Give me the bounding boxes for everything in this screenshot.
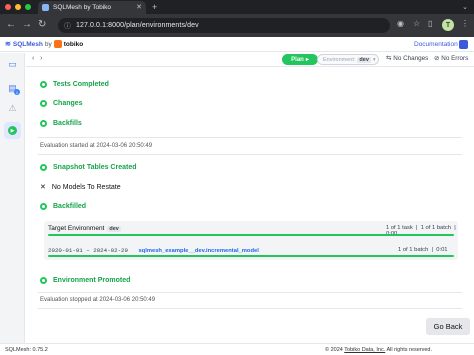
new-tab-icon[interactable]: +: [152, 2, 157, 12]
plan-status-icon: ▶: [8, 126, 17, 135]
check-circle-icon: [40, 164, 47, 171]
minimize-window-button[interactable]: [15, 4, 21, 10]
chevron-right-icon: ▸: [305, 57, 309, 63]
backfill-card: Target Environment dev 1 of 1 task | 1 o…: [44, 221, 458, 260]
step-changes[interactable]: Changes: [40, 100, 83, 107]
copyright-text: © 2024 Tobiko Data, Inc. All rights rese…: [325, 347, 432, 353]
reload-icon[interactable]: ↻: [38, 19, 46, 31]
check-circle-icon: [40, 120, 47, 127]
documentation-link[interactable]: Documentation: [414, 41, 458, 48]
tobiko-logo-icon: [53, 40, 62, 48]
no-changes-label: No Changes: [393, 55, 429, 62]
app-header: ≋ SQLMesh by tobiko Documentation: [0, 37, 474, 52]
changes-icon: ⇆: [386, 55, 392, 62]
extensions-icon[interactable]: ▯: [428, 19, 432, 28]
x-icon: ✕: [40, 184, 46, 191]
favicon-icon: [42, 4, 49, 11]
logo-text: SQLMesh: [12, 40, 43, 48]
errors-status[interactable]: ⊘ No Errors: [434, 55, 468, 62]
rights-text: All rights reserved.: [386, 347, 433, 353]
address-bar[interactable]: ⓘ 127.0.0.1:8000/plan/environments/dev: [58, 18, 390, 33]
task-batches: 1 of 1 batch: [398, 247, 429, 253]
warning-icon[interactable]: ⚠: [7, 103, 18, 114]
tobiko-text: tobiko: [63, 40, 84, 48]
step-label: Environment Promoted: [53, 277, 131, 284]
step-label: Backfills: [53, 120, 82, 127]
task-elapsed-time: 0:01: [436, 247, 448, 253]
check-circle-icon: [40, 277, 47, 284]
footer: SQLMesh: 0.75.2 © 2024 Tobiko Data, Inc.…: [0, 343, 474, 355]
check-circle-icon: [40, 81, 47, 88]
menu-dots-icon[interactable]: ⋮: [461, 19, 469, 28]
target-environment-tag: dev: [107, 225, 121, 232]
target-environment-label: Target Environment: [48, 225, 105, 232]
plan-content: Tests Completed Changes Backfills Evalua…: [26, 68, 474, 343]
evaluation-started-text: Evaluation started at 2024-03-06 20:50:4…: [40, 143, 153, 149]
sqlmesh-logo[interactable]: ≋ SQLMesh by tobiko: [5, 40, 83, 48]
changes-status[interactable]: ⇆ No Changes: [386, 55, 428, 62]
chevron-down-icon[interactable]: ⌄: [462, 3, 468, 11]
eye-icon[interactable]: ◉: [397, 19, 404, 28]
theme-toggle-button[interactable]: [459, 40, 468, 49]
step-snapshot-tables[interactable]: Snapshot Tables Created: [40, 164, 137, 171]
close-tab-icon[interactable]: ✕: [136, 4, 142, 11]
nav-chevrons-icon[interactable]: ‹ ›: [32, 55, 43, 62]
browser-toolbar: ← → ↻ ⓘ 127.0.0.1:8000/plan/environments…: [0, 14, 474, 37]
step-label: Tests Completed: [53, 81, 109, 88]
task-progress-bar: [48, 255, 454, 257]
version-text: SQLMesh: 0.75.2: [5, 347, 48, 353]
errors-icon: ⊘: [434, 55, 440, 62]
step-backfilled[interactable]: Backfilled: [40, 203, 86, 210]
bookmark-star-icon[interactable]: ☆: [413, 19, 420, 28]
forward-arrow-icon[interactable]: →: [22, 19, 32, 31]
step-environment-promoted[interactable]: Environment Promoted: [40, 277, 130, 284]
divider: [38, 308, 462, 309]
check-circle-icon: [40, 100, 47, 107]
divider: [38, 154, 462, 155]
profile-avatar[interactable]: T: [442, 19, 454, 31]
close-window-button[interactable]: [5, 4, 11, 10]
browser-tab[interactable]: SQLMesh by Tobiko ✕: [38, 1, 146, 14]
evaluation-stopped-text: Evaluation stopped at 2024-03-06 20:50:4…: [40, 297, 156, 303]
target-progress-bar: [48, 234, 454, 236]
task-row: 2020-01-01 – 2024-02-29 sqlmesh_example_…: [48, 247, 454, 254]
divider: [38, 292, 462, 293]
company-link[interactable]: Tobiko Data, Inc.: [344, 347, 385, 353]
folder-icon[interactable]: ▭: [7, 59, 18, 70]
step-tests-completed[interactable]: Tests Completed: [40, 81, 109, 88]
step-label: Snapshot Tables Created: [53, 164, 137, 171]
browser-tab-strip: SQLMesh by Tobiko ✕ + ⌄: [0, 0, 474, 14]
copyright-prefix: © 2024: [325, 347, 343, 353]
no-errors-label: No Errors: [441, 55, 469, 62]
task-progress-stats: 1 of 1 batch | 0:01: [398, 247, 448, 253]
sqlmesh-logo-icon: ≋: [5, 41, 11, 48]
plan-button-label: Plan: [291, 56, 304, 63]
step-label: Changes: [53, 100, 83, 107]
plan-button[interactable]: Plan ▸: [282, 54, 318, 65]
plan-toolbar: ‹ › Plan ▸ Environment: dev ▾ ⇆ No Chang…: [26, 53, 474, 67]
url-text: 127.0.0.1:8000/plan/environments/dev: [76, 22, 199, 29]
check-circle-icon: [40, 203, 47, 210]
batches-count: 1 of 1 batch: [420, 225, 451, 231]
step-label: No Models To Restate: [51, 183, 121, 191]
environment-select[interactable]: Environment: dev ▾: [317, 54, 379, 65]
environment-label: Environment:: [323, 56, 356, 63]
maximize-window-button[interactable]: [25, 4, 31, 10]
logo-by-text: by: [44, 40, 52, 48]
notification-badge: 1: [14, 89, 20, 95]
chevron-down-icon: ▾: [372, 56, 376, 63]
site-info-icon[interactable]: ⓘ: [64, 21, 71, 31]
step-no-models-restate: ✕ No Models To Restate: [40, 183, 121, 192]
sidebar: ▭ ▤ 1 ⚠ ▶: [0, 53, 25, 343]
environment-value: dev: [357, 56, 371, 63]
step-label: Backfilled: [53, 203, 87, 210]
go-back-button[interactable]: Go Back: [426, 318, 470, 335]
tab-title: SQLMesh by Tobiko: [53, 4, 112, 11]
back-arrow-icon[interactable]: ←: [6, 19, 16, 31]
step-backfills[interactable]: Backfills: [40, 120, 82, 127]
task-date-range: 2020-01-01 – 2024-02-29: [48, 247, 129, 254]
divider: [38, 137, 462, 138]
task-model-link[interactable]: sqlmesh_example__dev.incremental_model: [138, 248, 258, 254]
window-controls: [5, 4, 31, 10]
